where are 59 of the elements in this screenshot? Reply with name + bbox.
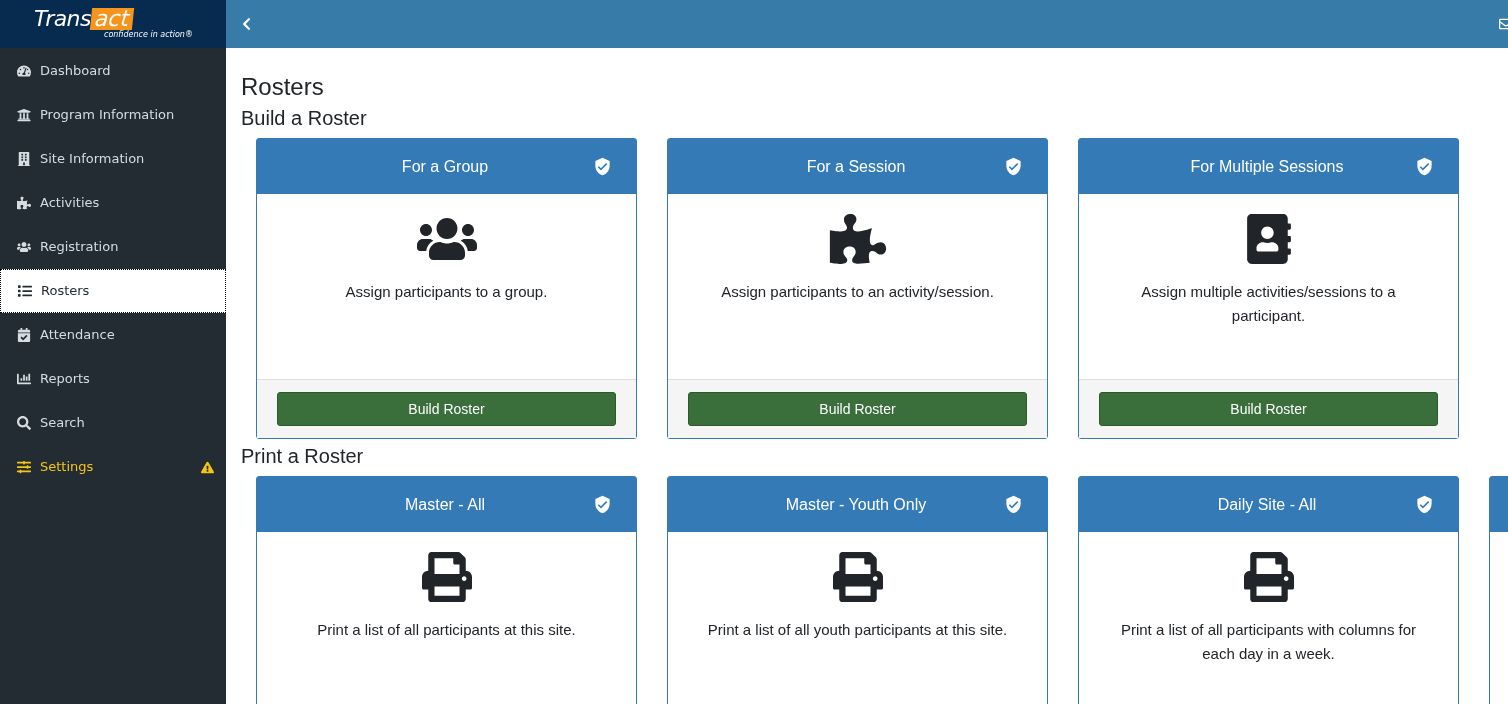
card-description: Assign participants to a group. xyxy=(345,282,548,302)
building-icon xyxy=(17,152,31,166)
shield-check-icon xyxy=(593,495,612,514)
card-description: Print a list of all youth participants at this site. xyxy=(707,620,1008,640)
nav-item[interactable]: Program Information xyxy=(0,93,226,137)
nav-item[interactable]: Settings xyxy=(0,445,226,489)
shield-check-icon xyxy=(1415,157,1434,176)
shield-check-icon xyxy=(1415,495,1434,514)
list-icon xyxy=(18,284,32,298)
card-description: Assign participants to an activity/session. xyxy=(721,282,994,302)
logo-tagline: confidence in action® xyxy=(103,30,194,40)
card-title: Master - All xyxy=(404,494,486,515)
card-description: Assign multiple activities/sessions to a participant. xyxy=(1140,282,1397,326)
card-description: Print a list of all participants at this site. xyxy=(317,620,576,640)
card-title: For a Session xyxy=(805,156,907,177)
nav-label: Reports xyxy=(40,370,91,389)
puzzle-icon xyxy=(17,196,31,210)
shield-check-icon xyxy=(593,157,612,176)
bank-icon xyxy=(17,108,31,122)
nav-label: Registration xyxy=(40,238,120,257)
nav-label: Program Information xyxy=(40,106,176,125)
sliders-icon xyxy=(17,460,31,474)
nav-item[interactable]: Dashboard xyxy=(0,49,226,93)
users-icon xyxy=(17,240,31,254)
card-title: Master - Youth Only xyxy=(784,494,928,515)
nav-label: Rosters xyxy=(41,282,91,301)
nav-item[interactable]: Rosters xyxy=(0,269,226,313)
section-heading: Print a Roster xyxy=(241,444,365,468)
bar-chart-icon xyxy=(17,372,31,386)
nav-item[interactable]: Site Information xyxy=(0,137,226,181)
logo-text: Trans xyxy=(34,8,91,30)
nav-item[interactable]: Activities xyxy=(0,181,226,225)
build-roster-button[interactable]: Build Roster xyxy=(1099,392,1438,426)
section-heading: Build a Roster xyxy=(241,106,368,130)
nav-label: Settings xyxy=(40,458,95,477)
shield-check-icon xyxy=(1004,495,1023,514)
build-roster-button[interactable]: Build Roster xyxy=(277,392,616,426)
shield-check-icon xyxy=(1004,157,1023,176)
chevron-left-icon[interactable] xyxy=(241,17,252,31)
nav-label: Activities xyxy=(40,194,101,213)
card-title: For Multiple Sessions xyxy=(1189,156,1345,177)
build-roster-button[interactable]: Build Roster xyxy=(688,392,1027,426)
gauge-icon xyxy=(17,64,31,78)
nav-item[interactable]: Search xyxy=(0,401,226,445)
nav-label: Dashboard xyxy=(40,62,112,81)
calendar-check-icon xyxy=(17,328,31,342)
nav-label: Site Information xyxy=(40,150,146,169)
nav-item[interactable]: Reports xyxy=(0,357,226,401)
nav-label: Search xyxy=(40,414,86,433)
card-description: Print a list of all participants with columns for each day in a week. xyxy=(1119,620,1418,664)
warning-icon xyxy=(201,460,214,474)
nav-item[interactable]: Registration xyxy=(0,225,226,269)
card-title: For a Group xyxy=(400,156,490,177)
nav-label: Attendance xyxy=(40,326,116,345)
puzzle-icon xyxy=(827,214,888,264)
card-title: Daily Site - All xyxy=(1216,494,1318,515)
page-title: Rosters xyxy=(241,73,325,101)
nav-item[interactable]: Attendance xyxy=(0,313,226,357)
search-icon xyxy=(17,416,31,430)
